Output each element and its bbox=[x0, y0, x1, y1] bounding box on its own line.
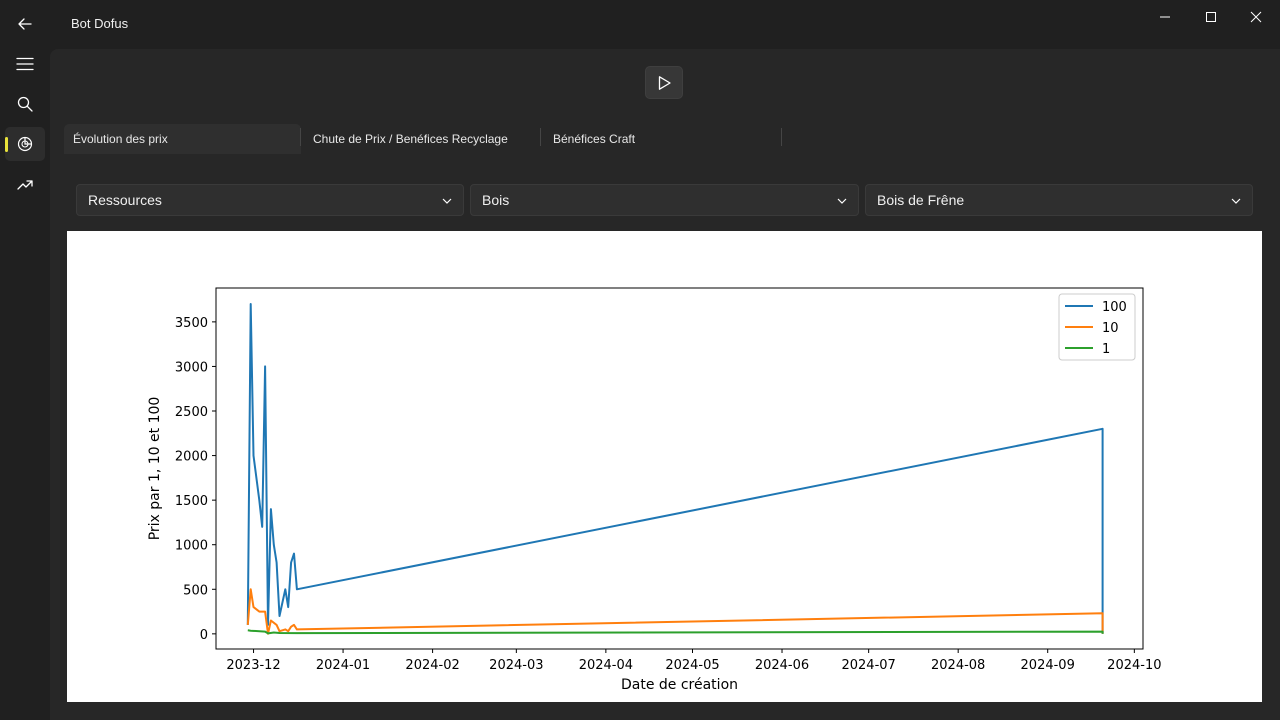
close-icon bbox=[1250, 11, 1262, 23]
legend-label-10: 10 bbox=[1102, 321, 1119, 336]
series-line-10 bbox=[246, 588, 1104, 635]
y-tick-label: 3500 bbox=[175, 316, 208, 331]
y-tick-label: 0 bbox=[200, 628, 208, 643]
x-tick-label: 2024-03 bbox=[489, 658, 543, 673]
x-tick-label: 2024-01 bbox=[316, 658, 370, 673]
minimize-button[interactable] bbox=[1142, 0, 1188, 34]
play-button[interactable] bbox=[645, 66, 683, 99]
legend-label-100: 100 bbox=[1102, 300, 1127, 315]
nav-menu-button[interactable] bbox=[5, 47, 45, 81]
x-tick-label: 2024-05 bbox=[665, 658, 719, 673]
close-button[interactable] bbox=[1233, 0, 1279, 34]
legend-label-1: 1 bbox=[1102, 342, 1110, 357]
y-tick-label: 3000 bbox=[175, 360, 208, 375]
x-tick-label: 2024-10 bbox=[1107, 658, 1161, 673]
maximize-icon bbox=[1206, 12, 1216, 22]
chevron-down-icon bbox=[442, 198, 452, 204]
x-axis-label: Date de création bbox=[621, 677, 738, 693]
x-tick-label: 2024-02 bbox=[405, 658, 459, 673]
y-tick-label: 1500 bbox=[175, 494, 208, 509]
y-tick-label: 2500 bbox=[175, 405, 208, 420]
maximize-button[interactable] bbox=[1188, 0, 1234, 34]
item-value: Bois de Frêne bbox=[877, 192, 965, 208]
tab-divider bbox=[781, 128, 782, 146]
price-evolution-chart: 2023-12 2024-01 2024-02 2024-03 2024-04 2024-… bbox=[147, 287, 1162, 693]
tab-label: Évolution des prix bbox=[73, 132, 168, 146]
tab-divider bbox=[300, 128, 301, 146]
x-tick-label: 2024-06 bbox=[755, 658, 809, 673]
nav-trending-button[interactable] bbox=[5, 167, 45, 201]
menu-icon bbox=[16, 57, 34, 71]
tab-label: Chute de Prix / Benéfices Recyclage bbox=[313, 132, 508, 146]
nav-selected-indicator bbox=[5, 137, 8, 152]
app-title: Bot Dofus bbox=[71, 16, 129, 31]
y-tick-label: 500 bbox=[183, 583, 208, 598]
play-icon bbox=[658, 75, 671, 90]
type-dropdown[interactable]: Bois bbox=[470, 184, 859, 216]
search-icon bbox=[17, 96, 33, 112]
x-tick-label: 2024-09 bbox=[1021, 658, 1075, 673]
nav-chart-button[interactable] bbox=[5, 127, 45, 161]
category-dropdown[interactable]: Ressources bbox=[76, 184, 464, 216]
y-tick-label: 1000 bbox=[175, 539, 208, 554]
tab-chute-de-prix[interactable]: Chute de Prix / Benéfices Recyclage bbox=[304, 124, 540, 154]
tab-label: Bénéfices Craft bbox=[553, 132, 636, 146]
nav-search-button[interactable] bbox=[5, 87, 45, 121]
series-line-100 bbox=[246, 303, 1104, 634]
chevron-down-icon bbox=[837, 198, 847, 204]
category-value: Ressources bbox=[88, 192, 162, 208]
back-arrow-icon bbox=[18, 18, 32, 30]
price-chart-panel: 2023-12 2024-01 2024-02 2024-03 2024-04 2024-… bbox=[67, 231, 1262, 702]
series-line-1 bbox=[247, 629, 1104, 635]
trending-icon bbox=[17, 180, 33, 190]
y-axis-label: Prix par 1, 10 et 100 bbox=[147, 397, 163, 541]
tab-benefices-craft[interactable]: Bénéfices Craft bbox=[544, 124, 780, 154]
minimize-icon bbox=[1160, 16, 1170, 18]
chart-icon bbox=[17, 136, 33, 152]
title-bar bbox=[0, 0, 1280, 48]
type-value: Bois bbox=[482, 192, 510, 208]
item-dropdown[interactable]: Bois de Frêne bbox=[865, 184, 1253, 216]
x-tick-label: 2024-04 bbox=[579, 658, 633, 673]
x-tick-label: 2024-08 bbox=[931, 658, 985, 673]
tab-divider bbox=[540, 128, 541, 146]
y-tick-label: 2000 bbox=[175, 450, 208, 465]
chevron-down-icon bbox=[1231, 198, 1241, 204]
tab-evolution-des-prix[interactable]: Évolution des prix bbox=[64, 124, 301, 154]
x-tick-label: 2023-12 bbox=[226, 658, 280, 673]
plot-frame bbox=[215, 287, 1144, 650]
back-button[interactable] bbox=[8, 8, 42, 40]
x-tick-label: 2024-07 bbox=[841, 658, 895, 673]
